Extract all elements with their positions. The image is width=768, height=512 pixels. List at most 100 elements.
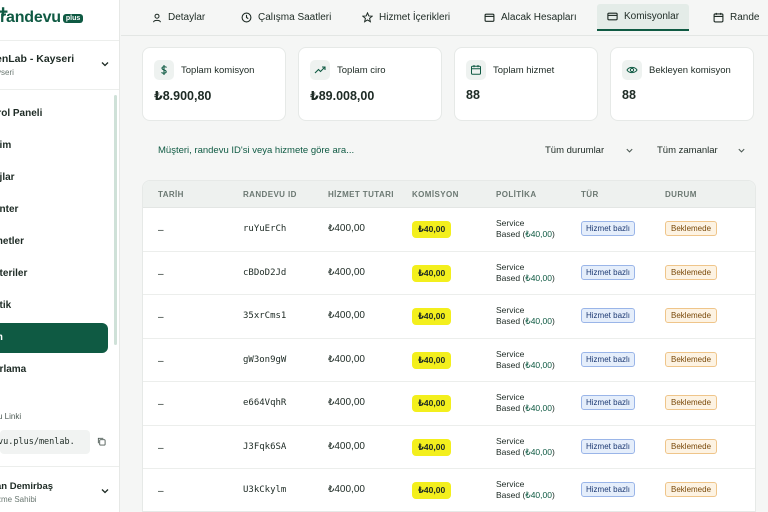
nav-item-active[interactable]: m	[0, 323, 108, 353]
nav-item-label: şteriler	[0, 268, 28, 279]
tab-receivables[interactable]: Alacak Hesapları	[484, 4, 577, 31]
cell-service-amount: ₺400,00	[328, 223, 365, 234]
status-badge: Beklemede	[665, 308, 718, 323]
column-header-policy[interactable]: POLİTİKA	[496, 190, 537, 199]
policy-prefix: Based (	[496, 316, 526, 326]
table-row[interactable]: – gW3on9gW ₺400,00 ₺40,00 Service Based (₺40,…	[143, 339, 755, 382]
stat-card-total-services: Toplam hizmet 88	[454, 47, 598, 121]
cell-appointment-id[interactable]: 35xrCms1	[243, 311, 286, 321]
stat-value: ₺89.008,00	[310, 89, 375, 103]
stat-value: 88	[466, 88, 480, 102]
tab-label: Çalışma Saatleri	[258, 12, 332, 23]
nav-item-services[interactable]: metler	[0, 227, 108, 257]
tab-appointments[interactable]: Rande	[713, 4, 759, 31]
tab-commissions[interactable]: Komisyonlar	[597, 4, 690, 31]
time-filter-dropdown[interactable]: Tüm zamanlar	[657, 145, 718, 156]
nav-item-marketing[interactable]: arlama	[0, 355, 108, 385]
chevron-down-icon	[101, 489, 109, 494]
nav-item-customers[interactable]: şteriler	[0, 259, 108, 289]
type-badge: Hizmet bazlı	[581, 264, 636, 280]
nav-item-calendar[interactable]: vim	[0, 131, 108, 161]
booking-link-value: vu.plus/menlab.	[0, 437, 75, 447]
tab-details[interactable]: Detaylar	[152, 4, 205, 31]
user-icon	[153, 13, 161, 22]
nav-item-label: m	[0, 332, 3, 343]
cell-appointment-id[interactable]: e664VqhR	[243, 398, 286, 408]
cell-appointment-id[interactable]: gW3on9gW	[243, 355, 286, 365]
stat-card-total-revenue: Toplam ciro ₺89.008,00	[298, 47, 442, 121]
stat-card-total-commission: Toplam komisyon ₺8.900,80	[142, 47, 286, 121]
dollar-icon	[154, 60, 174, 80]
tab-working-hours[interactable]: Çalışma Saatleri	[241, 4, 331, 31]
cell-date: –	[158, 268, 164, 280]
stat-label: Bekleyen komisyon	[649, 65, 731, 76]
nav-item-analytics[interactable]: litik	[0, 291, 108, 321]
copy-icon[interactable]	[97, 437, 106, 446]
logo[interactable]: ✚ randevu plus	[0, 5, 84, 27]
tab-service-contents[interactable]: Hizmet İçerikleri	[362, 4, 450, 31]
logo-text: randevu	[0, 9, 61, 26]
stat-label: Toplam hizmet	[493, 65, 555, 76]
nav-item-label: ajlar	[0, 172, 15, 183]
table-row[interactable]: – ruYuErCh ₺400,00 ₺40,00 Service Based (₺40,…	[143, 208, 755, 252]
calendar-icon	[466, 60, 486, 80]
table-row[interactable]: – U3kCkylm ₺400,00 ₺40,00 Service Based (₺40,…	[143, 469, 755, 511]
type-badge: Hizmet bazlı	[581, 482, 636, 497]
cell-date: –	[158, 442, 164, 454]
cell-policy-line1: Service	[496, 479, 525, 489]
column-header-appointment-id[interactable]: RANDEVU ID	[243, 190, 297, 199]
policy-suffix: )	[551, 272, 555, 283]
cell-appointment-id[interactable]: cBDoD2Jd	[243, 268, 286, 278]
business-selector[interactable]: enLab - Kayseri yseri	[0, 40, 119, 90]
table-row[interactable]: – J3Fqk6SA ₺400,00 ₺40,00 Service Based (₺40,…	[143, 426, 755, 469]
column-header-service-amount[interactable]: HİZMET TUTARI	[328, 190, 394, 199]
sidebar-scrollbar[interactable]	[114, 95, 117, 345]
nav-item-dashboard[interactable]: trol Paneli	[0, 99, 108, 129]
trending-up-icon	[310, 60, 330, 80]
status-filter-dropdown[interactable]: Tüm durumlar	[545, 145, 604, 156]
cell-policy-line2: Based (₺40,00)	[496, 490, 555, 501]
logo-badge: plus	[62, 13, 84, 23]
chevron-down-icon	[101, 62, 109, 67]
nav-item-showcase[interactable]: anter	[0, 195, 108, 225]
cell-policy-line1: Service	[496, 305, 525, 315]
column-header-commission[interactable]: KOMİSYON	[412, 190, 459, 199]
card-icon	[607, 12, 618, 21]
type-badge: Hizmet bazlı	[581, 351, 636, 367]
table-row[interactable]: – e664VqhR ₺400,00 ₺40,00 Service Based (₺40,…	[143, 382, 755, 426]
user-name: an Demirbaş	[0, 481, 54, 492]
policy-value: ₺40,00	[525, 446, 552, 457]
policy-prefix: Based (	[496, 359, 526, 370]
table-row[interactable]: –35xrCms1 ₺400,00 ₺40,00 Service Based (₺40,…	[143, 295, 755, 339]
column-header-date[interactable]: TARİH	[158, 190, 184, 199]
table-row[interactable]: – cBDoD2Jd ₺400,00 ₺40,00 Service Based (₺40,…	[143, 252, 755, 295]
policy-value: ₺40,00	[525, 490, 552, 500]
cell-service-amount: ₺400,00	[328, 397, 365, 408]
nav-item-messages[interactable]: ajlar	[0, 163, 108, 193]
cell-policy-line1: Service	[496, 218, 525, 228]
booking-link-field[interactable]: vu.plus/menlab.	[0, 430, 90, 454]
cell-appointment-id[interactable]: U3kCkylm	[243, 485, 286, 495]
policy-suffix: )	[551, 403, 555, 413]
type-badge: Hizmet bazlı	[581, 438, 636, 454]
cell-appointment-id[interactable]: J3Fqk6SA	[243, 442, 286, 452]
cell-date: –	[158, 486, 164, 497]
policy-prefix: Based (	[496, 490, 526, 500]
search-input[interactable]: Müşteri, randevu ID'si veya hizmete göre…	[158, 145, 354, 156]
cell-appointment-id[interactable]: ruYuErCh	[243, 224, 286, 234]
column-header-status[interactable]: DURUM	[665, 190, 697, 199]
stat-value: ₺8.900,80	[154, 89, 212, 103]
commission-badge: ₺40,00	[412, 264, 452, 282]
nav-item-label: litik	[0, 300, 12, 311]
nav-item-label: metler	[0, 236, 25, 247]
cell-date: –	[158, 355, 164, 367]
policy-suffix: )	[551, 316, 555, 326]
user-menu[interactable]: an Demirbaş zme Sahibi	[0, 466, 119, 512]
nav-item-label: anter	[0, 204, 19, 215]
policy-suffix: )	[551, 490, 555, 500]
user-role: zme Sahibi	[0, 495, 37, 504]
tab-bar: Detaylar Çalışma Saatleri Hizmet İçerikl…	[121, 0, 768, 36]
type-badge: Hizmet bazlı	[581, 395, 636, 410]
commission-badge: ₺40,00	[412, 395, 452, 412]
column-header-type[interactable]: TÜR	[581, 190, 599, 199]
